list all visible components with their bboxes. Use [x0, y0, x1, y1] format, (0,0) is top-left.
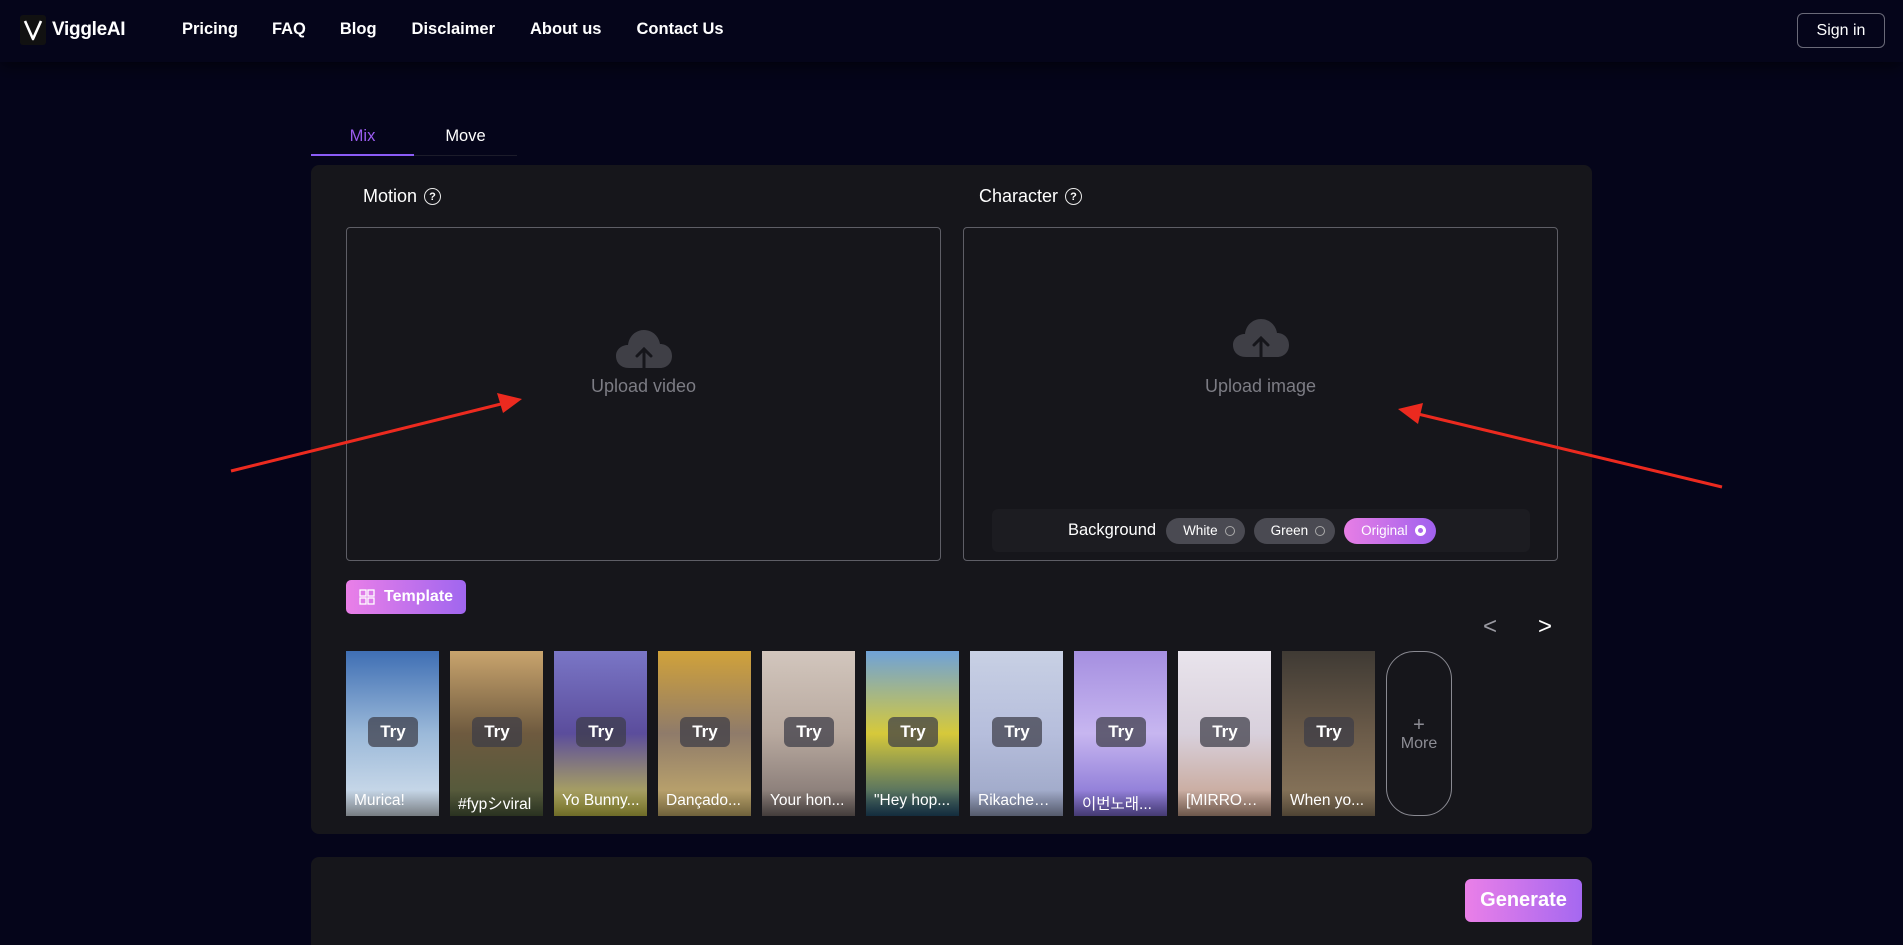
try-button[interactable]: Try — [992, 717, 1042, 747]
template-carousel: Try Murica! Try #fypシviral Try Yo Bunny... … — [346, 651, 1452, 816]
grid-icon — [359, 589, 375, 605]
background-selector: Background White Green Original — [992, 509, 1530, 552]
upload-image-text: Upload image — [1204, 376, 1317, 396]
nav-link-contact-us[interactable]: Contact Us — [637, 20, 724, 39]
template-label: Template — [384, 588, 454, 605]
sign-in-button[interactable]: Sign in — [1797, 13, 1885, 48]
tab-mix[interactable]: Mix — [311, 118, 414, 156]
character-section-label: Character ? — [979, 186, 1083, 207]
more-templates-button[interactable]: + More — [1386, 651, 1452, 816]
template-card[interactable]: Try "Hey hop... — [866, 651, 959, 816]
template-button[interactable]: Template — [346, 580, 466, 614]
nav-link-pricing[interactable]: Pricing — [182, 20, 238, 39]
template-caption: "Hey hop... — [866, 790, 959, 816]
template-card[interactable]: Try [MIRROR... — [1178, 651, 1271, 816]
upload-image-dropzone[interactable]: Upload image Background White Green Orig… — [963, 227, 1558, 561]
background-option-original[interactable]: Original — [1344, 517, 1436, 544]
nav-link-disclaimer[interactable]: Disclaimer — [412, 20, 495, 39]
generate-button[interactable]: Generate — [1465, 879, 1582, 922]
try-button[interactable]: Try — [1200, 717, 1250, 747]
template-caption: [MIRROR... — [1178, 790, 1271, 816]
template-caption: Rikachew... — [970, 790, 1063, 816]
template-card[interactable]: Try Your hon... — [762, 651, 855, 816]
try-button[interactable]: Try — [784, 717, 834, 747]
help-circle-icon[interactable]: ? — [424, 188, 442, 205]
try-button[interactable]: Try — [576, 717, 626, 747]
cloud-upload-icon — [1232, 319, 1289, 359]
template-caption: 이번노래... — [1074, 790, 1167, 816]
help-circle-icon[interactable]: ? — [1065, 188, 1083, 205]
try-button[interactable]: Try — [888, 717, 938, 747]
template-card[interactable]: Try Dançado... — [658, 651, 751, 816]
motion-section-label: Motion ? — [363, 186, 442, 207]
template-card[interactable]: Try Murica! — [346, 651, 439, 816]
background-option-label: Original — [1361, 523, 1408, 538]
top-navbar: ViggleAI Pricing FAQ Blog Disclaimer Abo… — [0, 0, 1903, 62]
generate-bar: Generate — [311, 857, 1592, 945]
mix-panel: Motion ? Character ? Upload video Upload… — [311, 165, 1592, 834]
tab-move[interactable]: Move — [414, 118, 517, 156]
template-caption: Your hon... — [762, 790, 855, 816]
template-caption: #fypシviral — [450, 790, 543, 816]
template-card[interactable]: Try Yo Bunny... — [554, 651, 647, 816]
upload-video-text: Upload video — [590, 376, 697, 396]
brand-logo[interactable]: ViggleAI — [20, 15, 126, 45]
radio-selected-icon — [1414, 525, 1426, 536]
radio-icon — [1315, 525, 1326, 536]
try-button[interactable]: Try — [680, 717, 730, 747]
template-card[interactable]: Try When yo... — [1282, 651, 1375, 816]
template-caption: When yo... — [1282, 790, 1375, 816]
background-option-white[interactable]: White — [1166, 517, 1245, 544]
template-card[interactable]: Try #fypシviral — [450, 651, 543, 816]
radio-icon — [1224, 525, 1235, 536]
template-card[interactable]: Try Rikachew... — [970, 651, 1063, 816]
motion-label: Motion — [363, 186, 418, 206]
background-label: Background — [1068, 521, 1157, 539]
try-button[interactable]: Try — [368, 717, 418, 747]
template-caption: Yo Bunny... — [554, 790, 647, 816]
try-button[interactable]: Try — [472, 717, 522, 747]
more-label: More — [1400, 734, 1438, 752]
plus-icon: + — [1413, 713, 1425, 736]
try-button[interactable]: Try — [1304, 717, 1354, 747]
cloud-upload-icon — [615, 330, 672, 370]
nav-link-about-us[interactable]: About us — [530, 20, 602, 39]
nav-link-faq[interactable]: FAQ — [272, 20, 306, 39]
background-option-label: Green — [1270, 523, 1309, 538]
background-option-label: White — [1183, 523, 1218, 538]
try-button[interactable]: Try — [1096, 717, 1146, 747]
viggle-v-logo-icon — [20, 15, 46, 45]
template-caption: Dançado... — [658, 790, 751, 816]
brand-name: ViggleAI — [52, 19, 126, 40]
mode-tabs: Mix Move — [311, 118, 517, 156]
carousel-next-button[interactable]: > — [1538, 613, 1552, 641]
nav-link-blog[interactable]: Blog — [340, 20, 377, 39]
character-label: Character — [979, 186, 1059, 206]
upload-video-dropzone[interactable]: Upload video — [346, 227, 941, 561]
main-nav: Pricing FAQ Blog Disclaimer About us Con… — [182, 20, 759, 39]
template-caption: Murica! — [346, 790, 439, 816]
carousel-prev-button[interactable]: < — [1483, 613, 1497, 641]
background-option-green[interactable]: Green — [1253, 517, 1336, 544]
template-card[interactable]: Try 이번노래... — [1074, 651, 1167, 816]
